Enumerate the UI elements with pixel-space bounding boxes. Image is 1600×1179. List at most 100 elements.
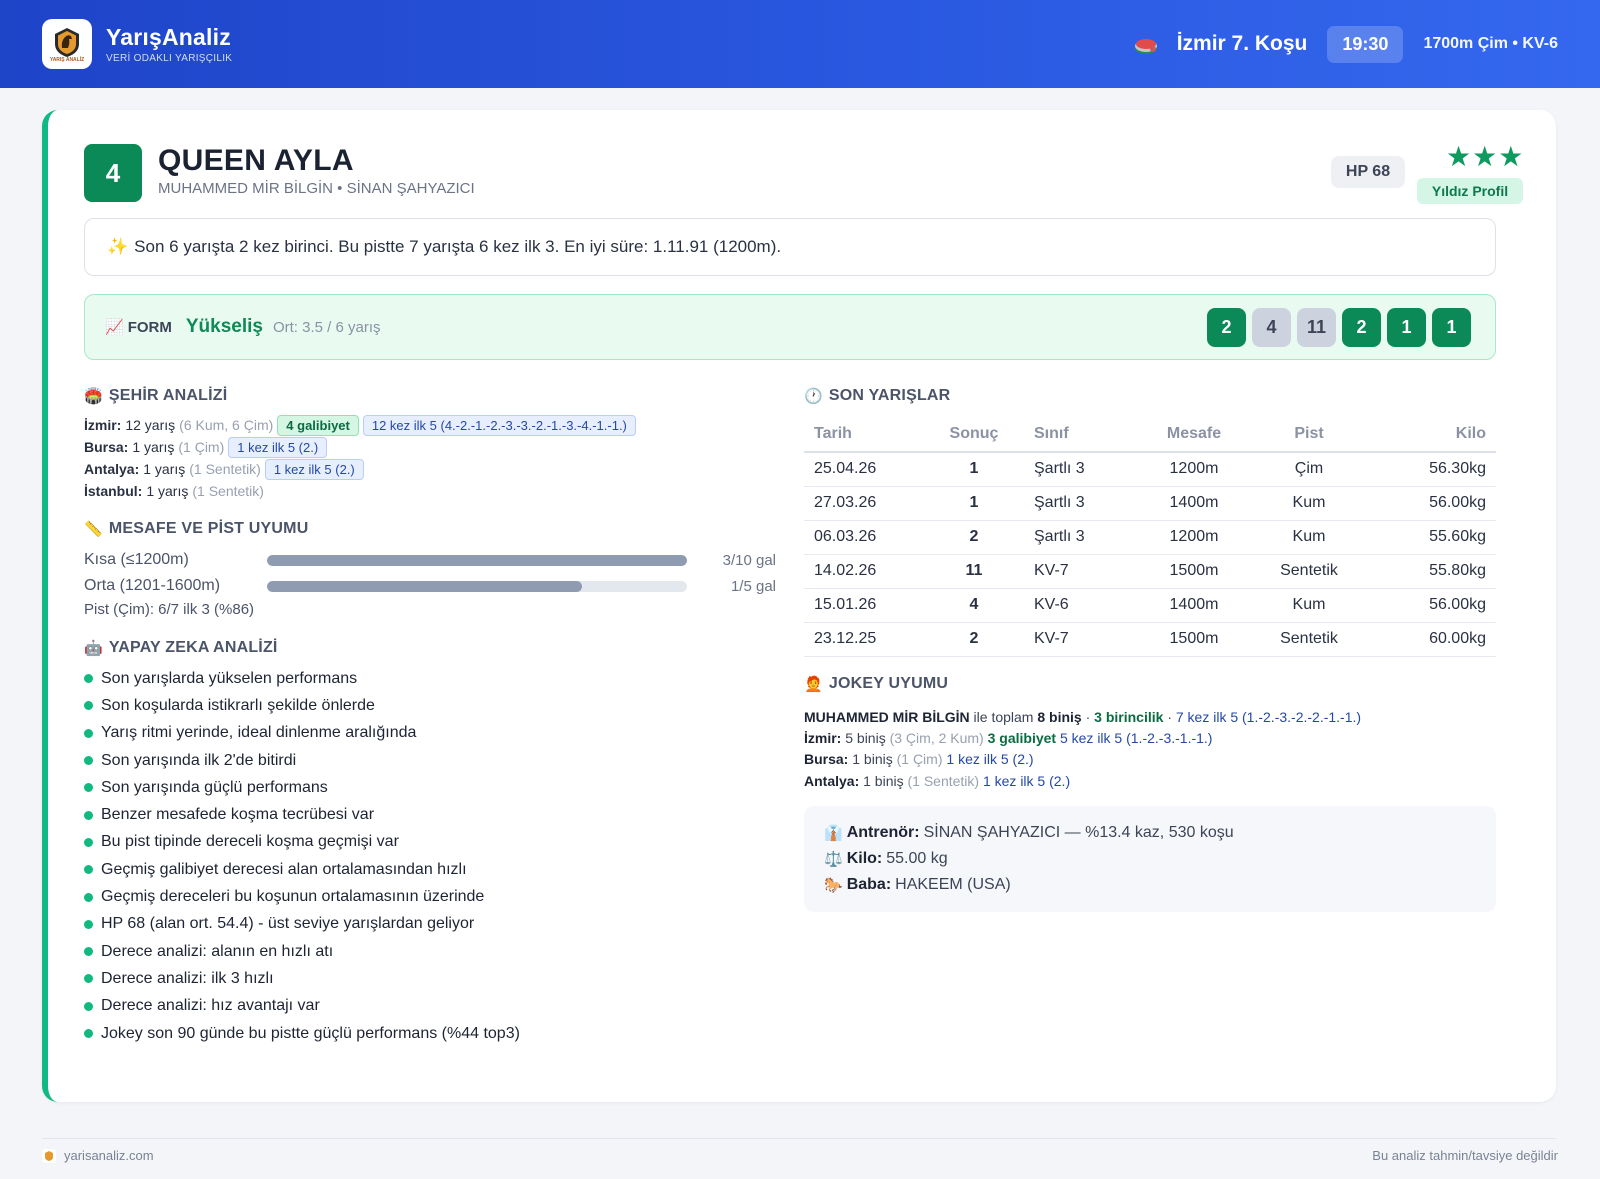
table-row: 25.04.26 1 Şartlı 3 1200m Çim 56.30kg xyxy=(804,452,1496,487)
list-item: Son koşularda istikrarlı şekilde önlerde xyxy=(84,692,520,719)
jockey-name: MUHAMMED MİR BİLGİN xyxy=(804,708,970,725)
table-header-row: Tarih Sonuç Sınıf Mesafe Pist Kilo xyxy=(804,416,1496,453)
track-fit: Pist (Çim): 6/7 ilk 3 (%86) xyxy=(84,601,255,618)
jockey-summary-row: MUHAMMED MİR BİLGİN ile toplam 8 biniş ·… xyxy=(804,706,1496,727)
column-header: Mesafe xyxy=(1134,416,1254,453)
jockey-city: Bursa: xyxy=(804,751,849,768)
horse-logo-icon xyxy=(55,28,79,57)
recent-races-heading: 🕐 SON YARIŞLAR xyxy=(804,387,950,405)
cell-weight: 56.30kg xyxy=(1364,452,1496,487)
cell-distance: 1500m xyxy=(1134,622,1254,657)
jockey-city-top5: 1 kez ilk 5 (2.) xyxy=(982,772,1071,789)
cell-weight: 56.00kg xyxy=(1364,588,1496,623)
ai-item-text: Geçmiş dereceleri bu koşunun ortalamasın… xyxy=(101,888,485,906)
table-row: 27.03.26 1 Şartlı 3 1400m Kum 56.00kg xyxy=(804,486,1496,521)
footer-site[interactable]: yarisanaliz.com xyxy=(42,1148,154,1163)
form-results: 2 4 11 2 1 1 xyxy=(1207,307,1471,347)
cell-result: 11 xyxy=(934,554,1014,589)
column-header: Tarih xyxy=(804,416,934,453)
form-result-pill: 1 xyxy=(1387,307,1426,347)
top5-chip: 1 kez ilk 5 (2.) xyxy=(264,458,364,480)
city-name: İstanbul: xyxy=(84,483,143,499)
cell-weight: 55.60kg xyxy=(1364,520,1496,555)
list-item: Bu pist tipinde dereceli koşma geçmişi v… xyxy=(84,829,520,856)
cell-class: KV-7 xyxy=(1014,622,1134,657)
jockey-city-detail: (3 Çim, 2 Kum) xyxy=(889,729,984,746)
bullet-dot-icon xyxy=(84,837,93,847)
weight-value: 55.00 kg xyxy=(886,850,948,867)
bullet-dot-icon xyxy=(84,974,93,984)
list-item: Son yarışlarda yükselen performans xyxy=(84,665,520,692)
city-name: İzmir: xyxy=(84,417,122,433)
clock-icon: 🕐 xyxy=(804,388,823,405)
ai-analysis-heading: 🤖 YAPAY ZEKA ANALİZİ xyxy=(84,639,278,657)
ruler-icon: 📏 xyxy=(84,521,103,538)
list-item: Son yarışında güçlü performans xyxy=(84,774,520,801)
cell-weight: 56.00kg xyxy=(1364,486,1496,521)
recent-races-title: SON YARIŞLAR xyxy=(828,387,951,404)
robot-icon: 🤖 xyxy=(84,640,103,657)
bullet-dot-icon xyxy=(84,810,93,820)
summary-box: ✨ Son 6 yarışta 2 kez birinci. Bu pistte… xyxy=(84,218,1496,276)
distance-row: Kısa (≤1200m) 3/10 gal xyxy=(84,549,776,571)
table-row: 15.01.26 4 KV-6 1400m Kum 56.00kg xyxy=(804,588,1496,623)
ai-item-text: Derece analizi: alanın en hızlı atı xyxy=(101,942,334,960)
separator: · xyxy=(1167,708,1172,725)
jockey-city-wins: 3 galibiyet xyxy=(987,729,1057,746)
recent-races-table: Tarih Sonuç Sınıf Mesafe Pist Kilo 25.04… xyxy=(804,416,1496,657)
city-analysis-list: İzmir: 12 yarış (6 Kum, 6 Çim) 4 galibiy… xyxy=(84,414,744,502)
bullet-dot-icon xyxy=(84,865,93,875)
sire-label: Baba: xyxy=(846,876,892,893)
horse-icon: 🐎 xyxy=(824,877,843,894)
column-header: Kilo xyxy=(1364,416,1496,453)
list-item: Benzer mesafede koşma tecrübesi var xyxy=(84,801,520,828)
cell-track: Sentetik xyxy=(1254,554,1364,589)
cell-track: Kum xyxy=(1254,588,1364,623)
column-header: Pist xyxy=(1254,416,1364,453)
cell-date: 15.01.26 xyxy=(804,588,934,623)
weight-label: Kilo: xyxy=(846,850,883,867)
jockey-city-row: İzmir: 5 biniş (3 Çim, 2 Kum) 3 galibiye… xyxy=(804,727,1496,748)
cell-class: KV-6 xyxy=(1014,588,1134,623)
race-summary: İzmir 7. Koşu 19:30 1700m Çim • KV-6 xyxy=(1133,25,1558,63)
jockey-city-count: 5 biniş xyxy=(845,729,886,746)
footer-site-link[interactable]: yarisanaliz.com xyxy=(64,1148,154,1163)
cell-date: 25.04.26 xyxy=(804,452,934,487)
list-item: Derece analizi: ilk 3 hızlı xyxy=(84,965,520,992)
jockey-title: JOKEY UYUMU xyxy=(828,675,949,692)
horse-info-box: 👔 Antrenör: SİNAN ŞAHYAZICI — %13.4 kaz,… xyxy=(804,806,1496,912)
list-item: Geçmiş dereceleri bu koşunun ortalamasın… xyxy=(84,883,520,910)
ai-item-text: Yarış ritmi yerinde, ideal dinlenme aral… xyxy=(101,724,417,742)
race-title: İzmir 7. Koşu xyxy=(1176,32,1308,55)
hp-badge: HP 68 xyxy=(1331,156,1405,188)
brand-name: YarışAnaliz xyxy=(106,24,231,50)
ai-analysis-title: YAPAY ZEKA ANALİZİ xyxy=(108,639,278,656)
jockey-city-count: 1 biniş xyxy=(852,751,893,768)
table-row: 23.12.25 2 KV-7 1500m Sentetik 60.00kg xyxy=(804,622,1496,657)
cell-class: Şartlı 3 xyxy=(1014,520,1134,555)
city-count: 1 yarış xyxy=(132,439,175,455)
bullet-dot-icon xyxy=(84,1029,93,1038)
cell-result: 1 xyxy=(934,452,1014,487)
city-detail: (6 Kum, 6 Çim) xyxy=(179,417,274,433)
bullet-dot-icon xyxy=(84,783,93,793)
bullet-dot-icon xyxy=(84,892,93,902)
cell-track: Sentetik xyxy=(1254,622,1364,657)
jockey-city-top5: 1 kez ilk 5 (2.) xyxy=(946,751,1034,768)
brand-logo[interactable]: YARIŞ ANALİZ xyxy=(42,19,92,69)
table-row: 06.03.26 2 Şartlı 3 1200m Kum 55.60kg xyxy=(804,520,1496,555)
jockey-city-detail: (1 Çim) xyxy=(896,751,943,768)
ai-item-text: Derece analizi: hız avantajı var xyxy=(101,997,320,1015)
jockey-top5: 7 kez ilk 5 (1.-2.-3.-2.-2.-1.-1.) xyxy=(1175,708,1362,725)
list-item: Yarış ritmi yerinde, ideal dinlenme aral… xyxy=(84,720,520,747)
cell-date: 14.02.26 xyxy=(804,554,934,589)
distance-bar-fill xyxy=(267,580,582,592)
race-info: 1700m Çim • KV-6 xyxy=(1423,35,1558,52)
trainer-value: SİNAN ŞAHYAZICI — %13.4 kaz, 530 koşu xyxy=(923,824,1234,841)
trainer-label: Antrenör: xyxy=(846,824,920,841)
jockey-firsts: 3 birincilik xyxy=(1094,708,1164,725)
cell-track: Kum xyxy=(1254,520,1364,555)
distance-bar xyxy=(267,554,687,566)
list-item: Derece analizi: alanın en hızlı atı xyxy=(84,938,520,965)
city-row: Antalya: 1 yarış (1 Sentetik) 1 kez ilk … xyxy=(84,458,744,480)
